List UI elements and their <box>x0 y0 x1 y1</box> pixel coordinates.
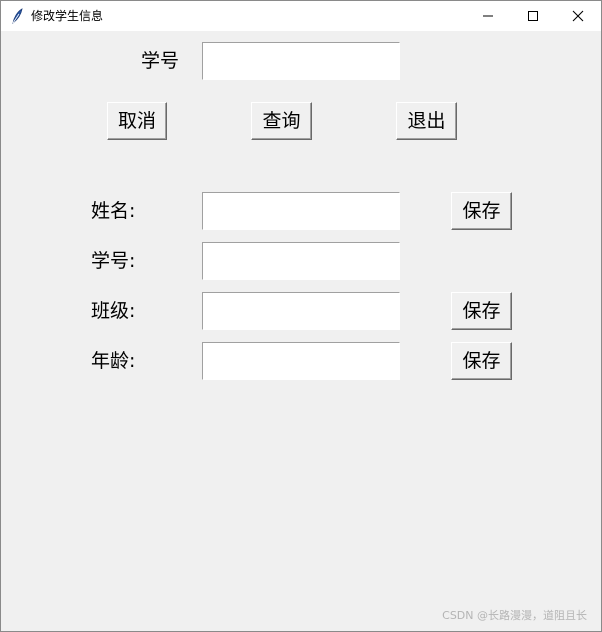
save-name-button[interactable]: 保存 <box>451 192 512 230</box>
name-label: 姓名: <box>91 200 136 222</box>
query-student-id-label: 学号 <box>141 50 180 72</box>
class-input[interactable] <box>202 292 400 330</box>
student-id-label: 学号: <box>91 250 136 272</box>
title-bar[interactable]: 修改学生信息 <box>1 1 601 31</box>
student-id-input[interactable] <box>202 242 400 280</box>
watermark: CSDN @长路漫漫，道阻且长 <box>442 609 587 622</box>
name-input[interactable] <box>202 192 400 230</box>
app-window: 修改学生信息 学号 取消 查询 退出 姓名: 保存 学号: 班级: 保存 年龄:… <box>0 0 602 632</box>
close-icon <box>572 10 584 22</box>
save-class-button[interactable]: 保存 <box>451 292 512 330</box>
query-student-id-input[interactable] <box>202 42 400 80</box>
class-label: 班级: <box>91 300 136 322</box>
minimize-icon <box>483 15 493 17</box>
maximize-button[interactable] <box>510 1 556 31</box>
age-input[interactable] <box>202 342 400 380</box>
minimize-button[interactable] <box>465 1 511 31</box>
close-button[interactable] <box>555 1 601 31</box>
window-title: 修改学生信息 <box>31 9 104 23</box>
maximize-icon <box>528 11 538 21</box>
cancel-button[interactable]: 取消 <box>107 102 167 140</box>
save-age-button[interactable]: 保存 <box>451 342 512 380</box>
age-label: 年龄: <box>91 350 136 372</box>
feather-icon <box>12 8 23 24</box>
exit-button[interactable]: 退出 <box>396 102 457 140</box>
search-button[interactable]: 查询 <box>251 102 312 140</box>
